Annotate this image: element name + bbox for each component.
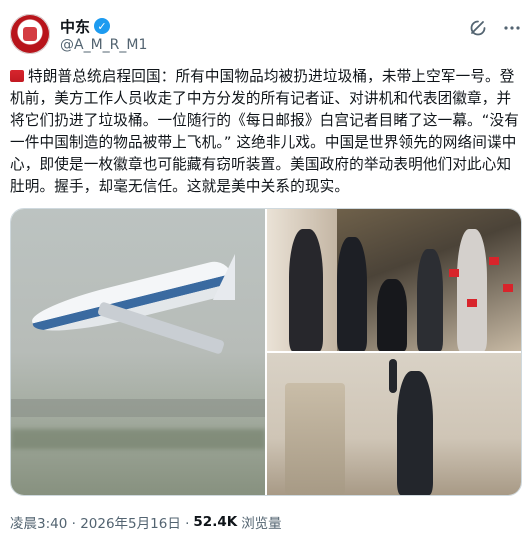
media-image-airplane[interactable] xyxy=(11,209,265,495)
post-text-content: 特朗普总统启程回国：所有中国物品均被扔进垃圾桶，未带上空军一号。登机前，美方工作… xyxy=(10,68,520,195)
media-grid xyxy=(10,208,522,496)
person-figure xyxy=(417,249,443,351)
person-figure xyxy=(457,229,487,351)
grok-icon[interactable] xyxy=(468,18,488,38)
flag-shape xyxy=(489,257,499,265)
media-image-boarding[interactable] xyxy=(267,353,521,495)
avatar[interactable] xyxy=(10,14,50,54)
person-figure xyxy=(337,237,367,351)
red-flag-emoji-icon xyxy=(10,70,24,82)
media-image-greeting[interactable] xyxy=(267,209,521,351)
views-count: 52.4K xyxy=(193,514,238,530)
author-display-name[interactable]: 中东 xyxy=(60,16,90,37)
flag-shape xyxy=(467,299,477,307)
airplane-shape xyxy=(28,257,237,343)
person-figure xyxy=(377,279,407,351)
aircraft-door xyxy=(285,383,345,495)
post-actions xyxy=(468,18,522,38)
author-name-row: 中东 ✓ xyxy=(60,16,111,37)
verified-badge-icon: ✓ xyxy=(94,18,111,34)
post-meta: 凌晨3:40 · 2026年5月16日 · 52.4K 浏览量 xyxy=(10,512,282,532)
person-figure xyxy=(289,229,323,351)
person-figure xyxy=(397,371,433,495)
runway-structure xyxy=(11,399,265,417)
author-handle[interactable]: @A_M_R_M1 xyxy=(60,37,147,53)
tree-line xyxy=(11,429,265,449)
more-icon[interactable] xyxy=(502,18,522,38)
post-header: 中东 ✓ @A_M_R_M1 xyxy=(10,14,522,58)
post-text: 特朗普总统启程回国：所有中国物品均被扔进垃圾桶，未带上空军一号。登机前，美方工作… xyxy=(10,66,520,198)
flag-shape xyxy=(503,284,513,292)
person-arm xyxy=(389,359,397,393)
flag-shape xyxy=(449,269,459,277)
post-timestamp[interactable]: 凌晨3:40 · 2026年5月16日 · xyxy=(10,512,189,532)
views-label: 浏览量 xyxy=(241,516,282,532)
